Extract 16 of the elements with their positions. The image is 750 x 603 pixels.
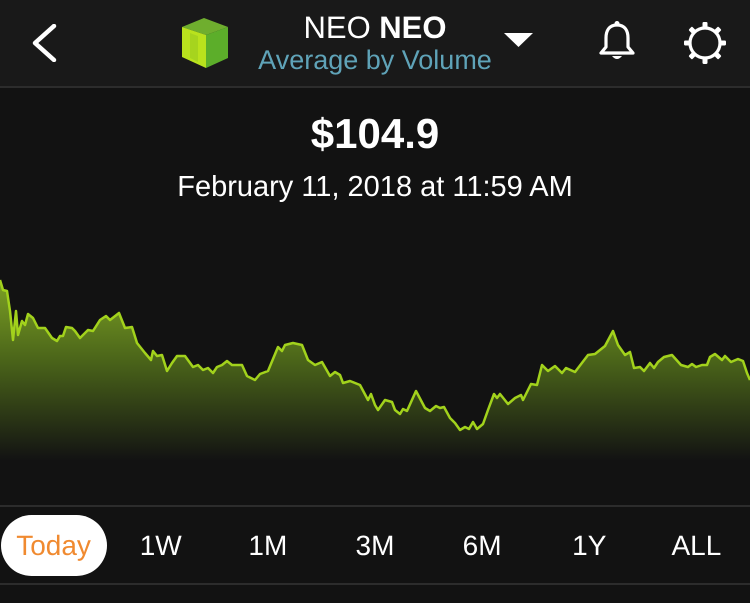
bell-icon[interactable] (598, 20, 636, 62)
range-tab[interactable]: 1Y (536, 515, 642, 576)
average-type-label: Average by Volume (258, 44, 492, 76)
range-tab[interactable]: 1M (214, 515, 321, 576)
range-tab[interactable]: ALL (643, 515, 750, 576)
settings-icon[interactable] (683, 21, 727, 65)
chevron-left-icon (30, 24, 58, 62)
caret-down-icon[interactable] (504, 33, 533, 47)
range-tab[interactable]: 1W (108, 515, 214, 576)
back-button[interactable] (30, 24, 58, 62)
range-tab[interactable]: 3M (322, 515, 428, 576)
price-value: $104.9 (310, 110, 440, 158)
coin-title: NEO NEO (304, 10, 446, 44)
cube-logo-icon (182, 18, 228, 68)
price-timestamp: February 11, 2018 at 11:59 AM (177, 170, 573, 204)
range-tab[interactable]: 6M (429, 515, 536, 576)
